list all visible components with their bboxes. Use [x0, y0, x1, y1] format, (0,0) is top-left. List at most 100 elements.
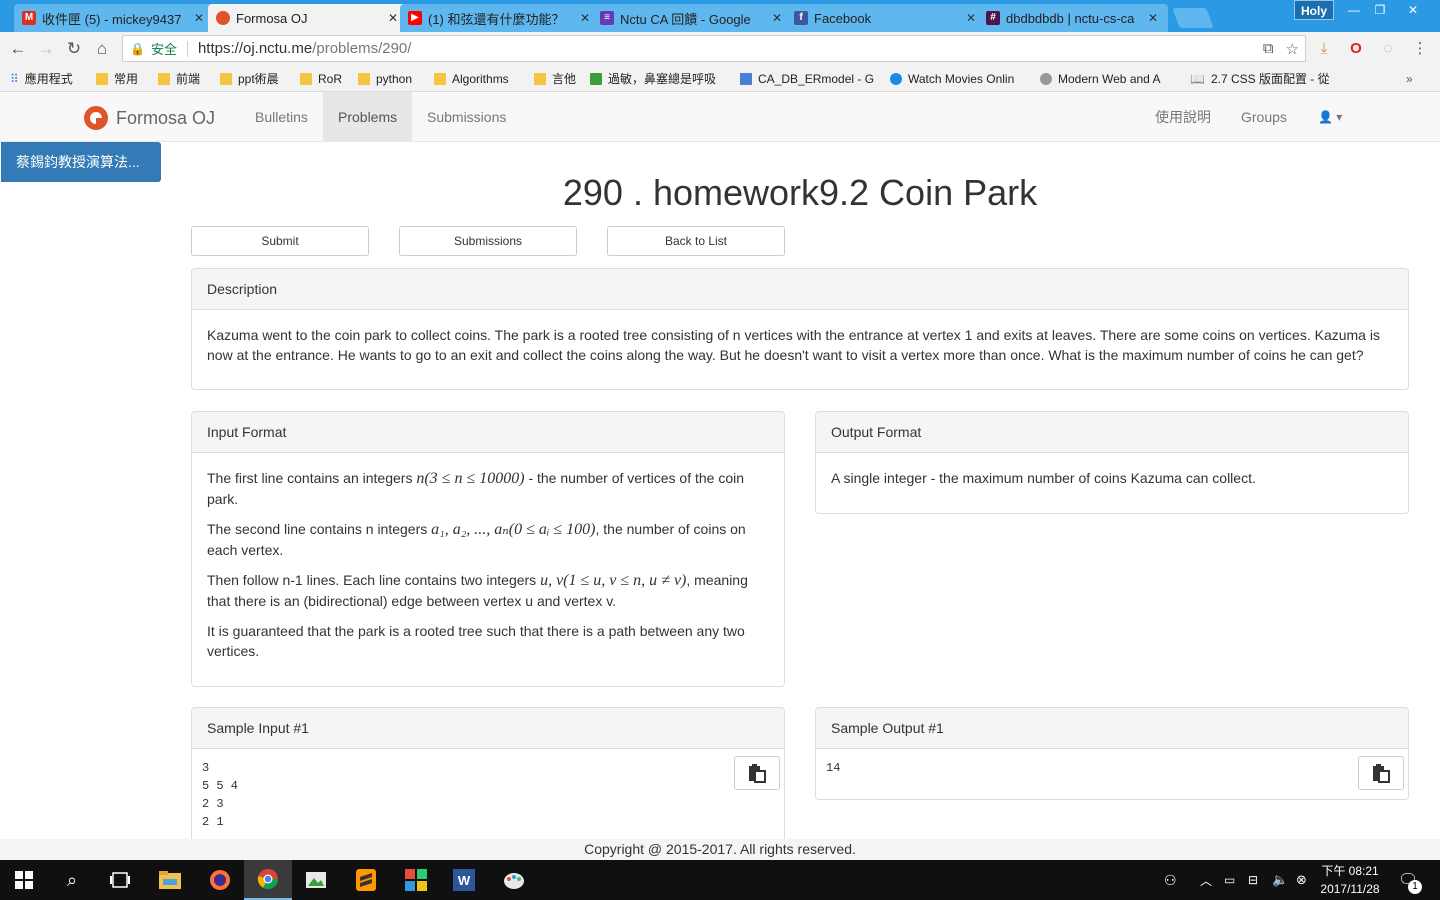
- math-expression: n(3 ≤ n ≤ 10000): [416, 470, 525, 487]
- close-icon[interactable]: ✕: [578, 11, 592, 25]
- restore-icon[interactable]: ❐: [1366, 0, 1394, 20]
- extension-icon[interactable]: ◌: [1378, 39, 1398, 59]
- close-icon[interactable]: ✕: [1146, 11, 1160, 25]
- docs-icon: [740, 72, 752, 85]
- bookmark-label: python: [376, 71, 413, 86]
- ime-icon[interactable]: ⊗: [1296, 860, 1307, 900]
- close-icon[interactable]: ✕: [770, 11, 784, 25]
- paint-icon[interactable]: [490, 860, 538, 900]
- brand-name: Formosa OJ: [116, 107, 216, 128]
- site-navbar: Formosa OJ Bulletins Problems Submission…: [0, 92, 1440, 142]
- nav-groups[interactable]: Groups: [1241, 92, 1287, 142]
- nav-bulletins[interactable]: Bulletins: [240, 92, 323, 142]
- folder-icon: [434, 72, 446, 85]
- bookmark-label: Modern Web and A: [1058, 71, 1161, 86]
- bookmark-folder[interactable]: 前端: [158, 70, 200, 87]
- nav-submissions[interactable]: Submissions: [412, 92, 521, 142]
- profile-button[interactable]: Holy: [1294, 0, 1334, 20]
- brand-link[interactable]: Formosa OJ: [84, 106, 215, 130]
- word-icon[interactable]: W: [440, 860, 488, 900]
- sample-input-text[interactable]: 3 5 5 4 2 3 2 1: [192, 749, 784, 841]
- browser-tab-forms[interactable]: ≡ Nctu CA 回饋 - Google ✕: [592, 4, 792, 32]
- more-bookmarks-icon[interactable]: »: [1406, 70, 1413, 87]
- close-icon[interactable]: ✕: [192, 11, 206, 25]
- bookmark-site[interactable]: 📖 2.7 CSS 版面配置 - 從: [1190, 70, 1330, 87]
- math-expression: u, v(1 ≤ u, v ≤ n, u ≠ v): [540, 572, 687, 589]
- tab-title: Nctu CA 回饋 - Google: [620, 11, 751, 27]
- home-icon[interactable]: ⌂: [90, 37, 114, 61]
- image-editor-icon[interactable]: [292, 860, 340, 900]
- firefox-icon[interactable]: [196, 860, 244, 900]
- address-bar[interactable]: 🔒 安全 https://oj.nctu.me/problems/290/ ⧉ …: [122, 35, 1306, 62]
- star-icon[interactable]: ☆: [1286, 40, 1299, 58]
- folder-icon: [300, 72, 312, 85]
- window-close-icon[interactable]: ✕: [1398, 0, 1428, 20]
- browser-tab-youtube[interactable]: ▶ (1) 和弦還有什麼功能？ ✕: [400, 4, 600, 32]
- bookmark-site[interactable]: Watch Movies Onlin: [890, 70, 1030, 87]
- show-hidden-icons-icon[interactable]: ︿: [1200, 860, 1212, 900]
- bookmark-site[interactable]: 過敏，鼻塞總是呼吸: [590, 70, 730, 87]
- bookmark-label: RoR: [318, 71, 343, 86]
- volume-icon[interactable]: 🔈: [1272, 860, 1288, 900]
- panel-heading: Sample Input #1: [192, 708, 784, 749]
- text: The second line contains n integers: [207, 521, 432, 537]
- bookmark-folder[interactable]: python: [358, 70, 412, 87]
- reload-icon[interactable]: ↻: [62, 37, 86, 61]
- opera-icon[interactable]: O: [1346, 39, 1366, 59]
- description-text: Kazuma went to the coin park to collect …: [207, 327, 1380, 363]
- battery-icon[interactable]: ▭: [1224, 860, 1235, 900]
- office-tiles-icon[interactable]: [392, 860, 440, 900]
- translate-icon[interactable]: ⧉: [1263, 40, 1274, 58]
- browser-tab-facebook[interactable]: f Facebook ✕: [786, 4, 986, 32]
- bookmark-folder[interactable]: 常用: [96, 70, 138, 87]
- back-icon[interactable]: ←: [6, 37, 30, 61]
- bookmark-folder[interactable]: ppt術晨: [220, 70, 279, 87]
- sublime-text-icon[interactable]: [342, 860, 390, 900]
- problem-title: 290 . homework9.2 Coin Park: [562, 172, 1038, 213]
- submissions-button[interactable]: Submissions: [399, 226, 577, 256]
- people-icon[interactable]: ⚇: [1164, 860, 1177, 900]
- user-menu-icon[interactable]: 👤 ▾: [1318, 92, 1342, 142]
- close-icon[interactable]: ✕: [964, 11, 978, 25]
- divider: [186, 40, 188, 57]
- new-tab-button[interactable]: [1172, 8, 1214, 28]
- browser-tab-formosa[interactable]: Formosa OJ ✕: [208, 4, 408, 32]
- bookmark-folder[interactable]: Algorithms: [434, 70, 509, 87]
- network-icon[interactable]: ⊟: [1248, 860, 1258, 900]
- course-group-button[interactable]: 蔡錫鈞教授演算法...: [1, 142, 161, 182]
- forward-icon[interactable]: →: [34, 37, 58, 61]
- bookmark-apps[interactable]: ⠿ 應用程式: [10, 70, 73, 87]
- back-to-list-button[interactable]: Back to List: [607, 226, 785, 256]
- copy-output-button[interactable]: [1358, 756, 1404, 790]
- chrome-icon[interactable]: [244, 860, 292, 900]
- youtube-icon: ▶: [408, 11, 422, 25]
- browser-tab-gmail[interactable]: M 收件匣 (5) - mickey9437 ✕: [14, 4, 214, 32]
- page-footer: Copyright @ 2015-2017. All rights reserv…: [0, 839, 1440, 860]
- output-format-text: A single integer - the maximum number of…: [831, 470, 1256, 486]
- gmail-icon: M: [22, 11, 36, 25]
- file-explorer-icon[interactable]: [146, 860, 194, 900]
- bookmark-folder[interactable]: 言他: [534, 70, 576, 87]
- tab-title: dbdbdbdb | nctu-cs-ca: [1006, 10, 1135, 26]
- nav-help[interactable]: 使用說明: [1155, 92, 1211, 142]
- submit-button[interactable]: Submit: [191, 226, 369, 256]
- folder-icon: [534, 72, 546, 85]
- nav-problems[interactable]: Problems: [323, 92, 413, 142]
- bookmark-site[interactable]: Modern Web and A: [1040, 70, 1176, 87]
- task-view-icon[interactable]: [96, 860, 144, 900]
- sample-output-text[interactable]: 14: [816, 749, 1408, 787]
- search-icon[interactable]: ⌕: [48, 860, 96, 900]
- url-host: https://oj.nctu.me: [197, 40, 313, 57]
- bookmark-label: 常用: [114, 72, 139, 86]
- system-clock[interactable]: 下午 08:21 2017/11/28: [1312, 862, 1388, 898]
- windows-start-icon[interactable]: [0, 860, 48, 900]
- bookmark-site[interactable]: CA_DB_ERmodel - G: [740, 70, 880, 87]
- close-icon[interactable]: ✕: [386, 11, 400, 25]
- browser-tab-slack[interactable]: # dbdbdbdb | nctu-cs-ca ✕: [978, 4, 1168, 32]
- minimize-icon[interactable]: —: [1340, 0, 1368, 20]
- bookmark-folder[interactable]: RoR: [300, 70, 342, 87]
- copy-input-button[interactable]: [734, 756, 780, 790]
- download-icon[interactable]: ⤓: [1314, 39, 1334, 59]
- lock-icon: 🔒: [130, 41, 145, 56]
- menu-icon[interactable]: ⋮: [1410, 39, 1430, 59]
